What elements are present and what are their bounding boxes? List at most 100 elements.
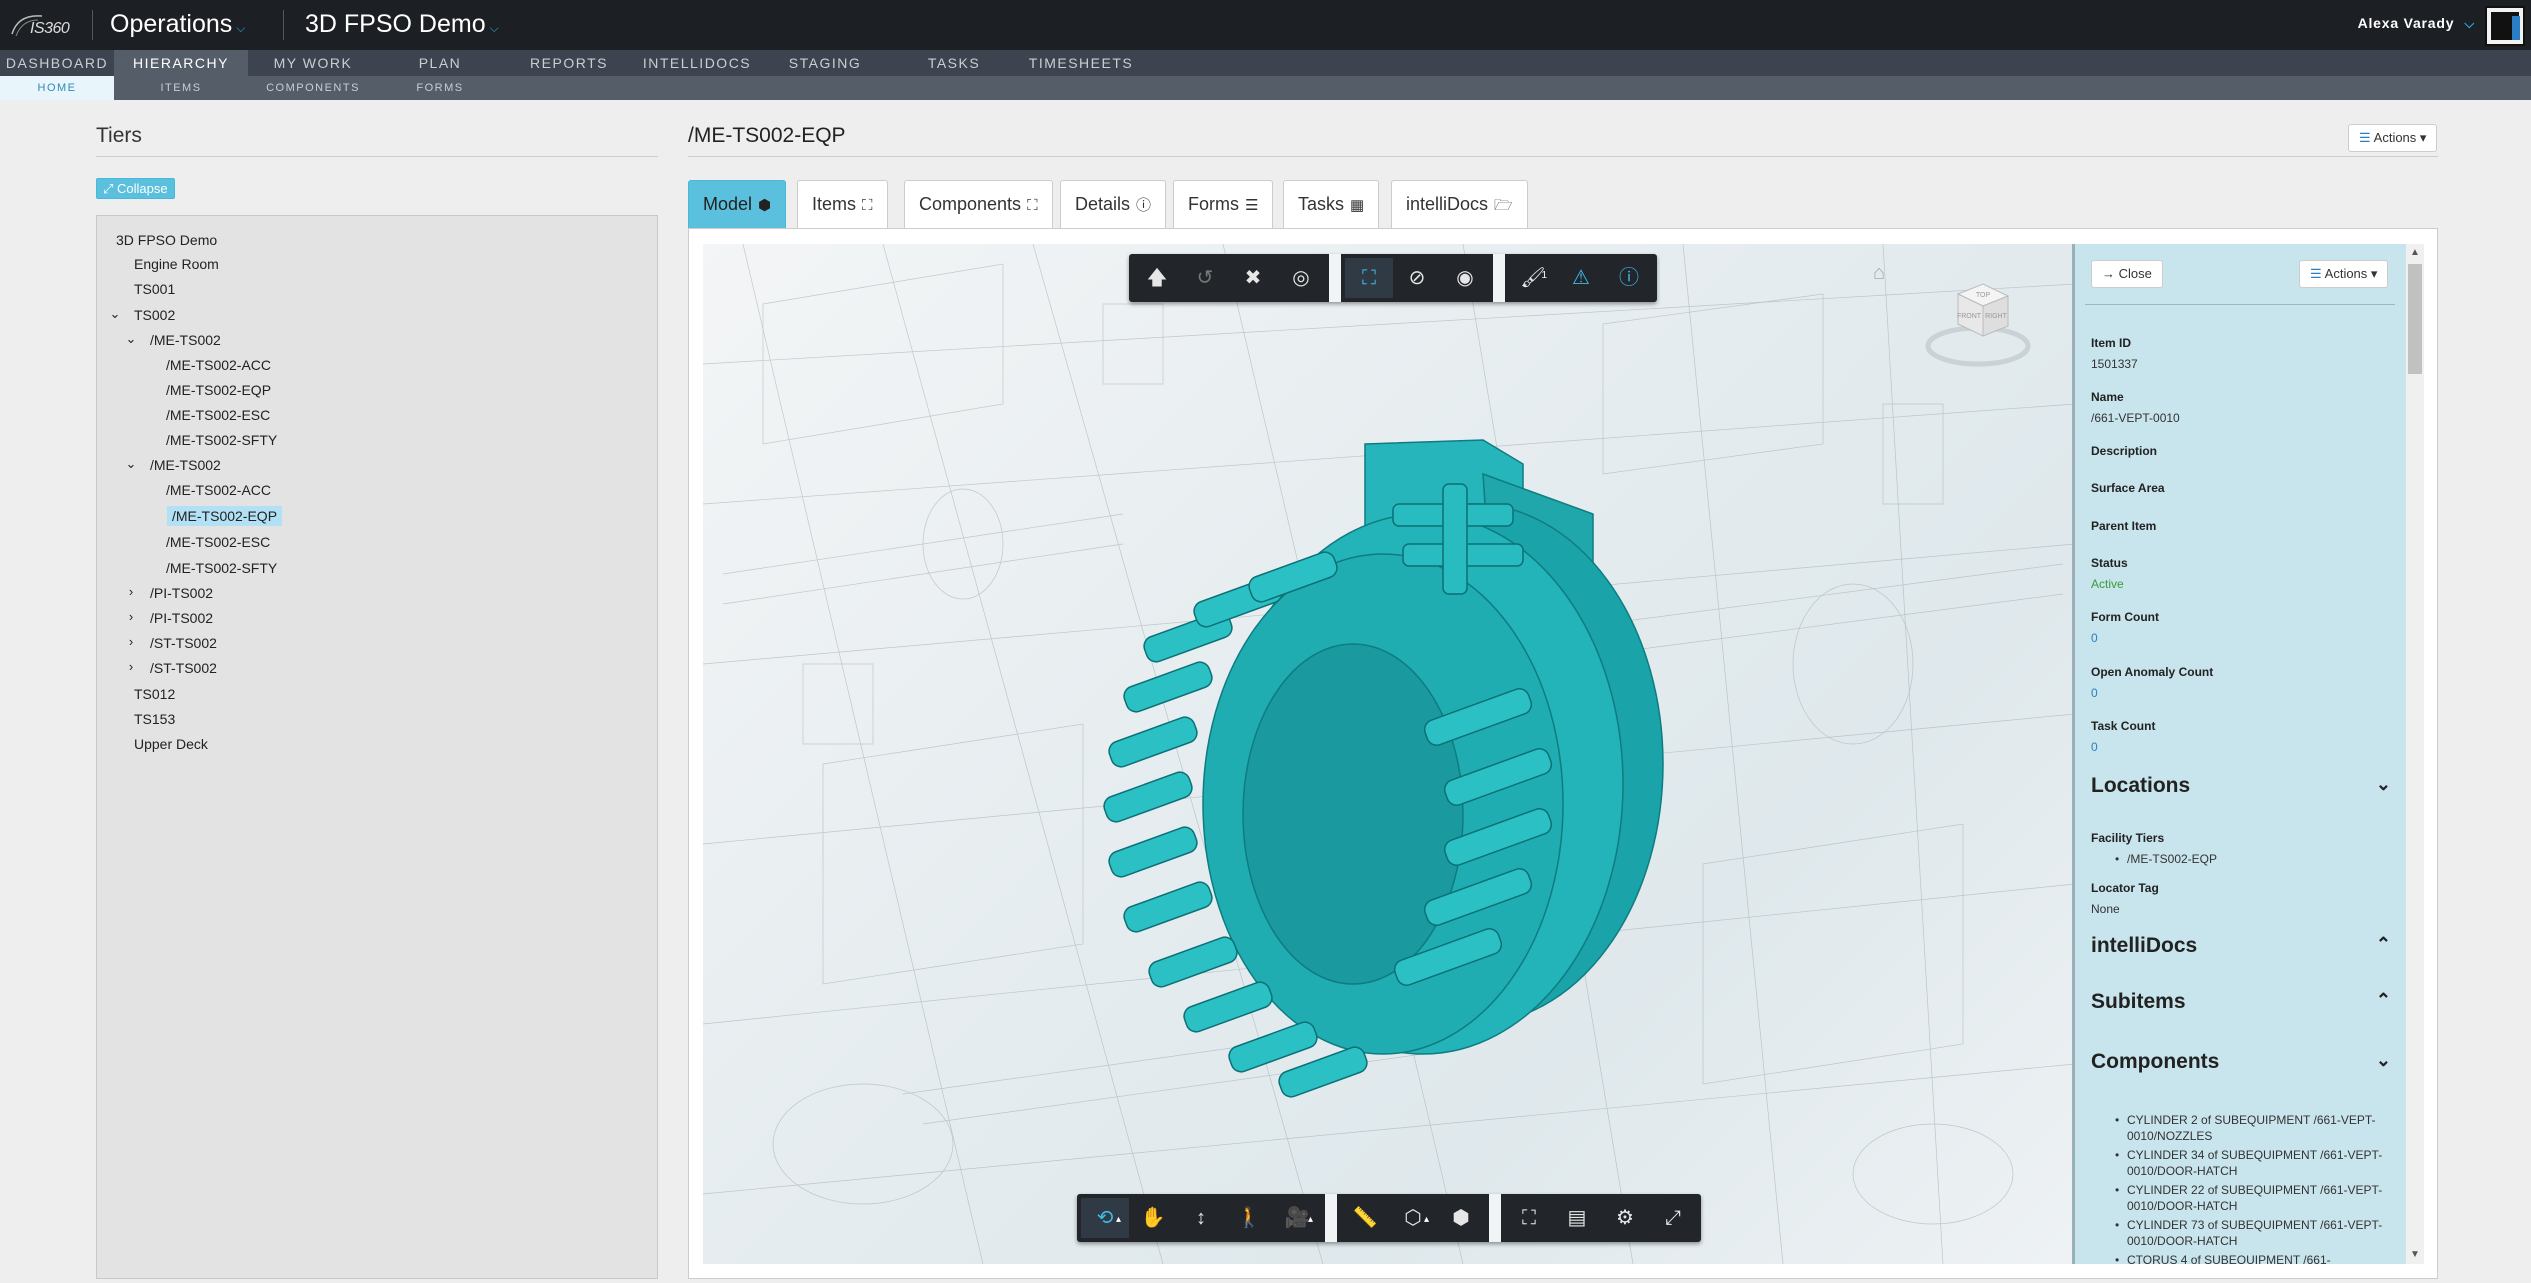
- walk-icon[interactable]: 🚶: [1225, 1198, 1273, 1238]
- subnav-item-components[interactable]: COMPONENTS: [248, 76, 378, 100]
- nav-item-my-work[interactable]: MY WORK: [248, 50, 378, 76]
- model-browser-icon[interactable]: ⛶: [1505, 1198, 1553, 1238]
- tree-node-me-ts002-acc[interactable]: /ME-TS002-ACC: [166, 480, 271, 500]
- view-cube-top-label: TOP: [1976, 292, 1991, 299]
- chevron-down-icon[interactable]: ⌄: [124, 329, 138, 349]
- properties-icon[interactable]: ▤: [1553, 1198, 1601, 1238]
- tree-node-ts002[interactable]: TS002: [134, 305, 175, 325]
- info-icon[interactable]: ⓘ: [1605, 258, 1653, 298]
- component-list-item[interactable]: CYLINDER 2 of SUBEQUIPMENT /661-VEPT-001…: [2115, 1112, 2397, 1144]
- component-list-item[interactable]: CTORUS 4 of SUBEQUIPMENT /661-: [2115, 1252, 2397, 1264]
- paintbrush-icon[interactable]: 🖌 1: [1509, 258, 1557, 298]
- tab-tasks[interactable]: Tasks ▦: [1283, 180, 1380, 228]
- tree-node-me-ts002-sfty[interactable]: /ME-TS002-SFTY: [166, 558, 277, 578]
- section-box-icon[interactable]: ⬡ ▴: [1389, 1198, 1437, 1238]
- chevron-right-icon[interactable]: ›: [124, 632, 138, 652]
- tree-node-me-ts002[interactable]: /ME-TS002: [150, 330, 221, 350]
- camera-icon[interactable]: 🎥 ▴: [1273, 1198, 1321, 1238]
- project-selector[interactable]: 3D FPSO Demo ⌵: [305, 10, 499, 39]
- nav-item-plan[interactable]: PLAN: [378, 50, 502, 76]
- subitems-section-header[interactable]: Subitems ⌃: [2091, 990, 2391, 1014]
- open-anomaly-count-value[interactable]: 0: [2091, 686, 2098, 700]
- component-list-item[interactable]: CYLINDER 22 of SUBEQUIPMENT /661-VEPT-00…: [2115, 1182, 2397, 1214]
- tree-node-me-ts002-esc[interactable]: /ME-TS002-ESC: [166, 532, 270, 552]
- nav-item-reports[interactable]: REPORTS: [502, 50, 636, 76]
- gear-icon[interactable]: ⚙: [1601, 1198, 1649, 1238]
- chevron-down-icon[interactable]: ⌄: [124, 454, 138, 474]
- tree-node-upper-deck[interactable]: Upper Deck: [134, 734, 208, 754]
- task-count-value[interactable]: 0: [2091, 740, 2098, 754]
- home-view-icon[interactable]: ⌂: [1873, 262, 1897, 286]
- nav-item-hierarchy[interactable]: HIERARCHY: [114, 50, 248, 76]
- measure-ruler-icon[interactable]: 📏: [1341, 1198, 1389, 1238]
- arrow-up-icon[interactable]: 🡅: [1133, 258, 1181, 298]
- tab-items[interactable]: Items ⛶: [797, 180, 888, 228]
- chevron-right-icon[interactable]: ›: [124, 582, 138, 602]
- model-viewer[interactable]: ⌂ TOP FRONT RIGHT 🡅 ↺ ✖ ◎ ⛶ ⊘ ◉ 🖌1 ⚠ ⓘ: [703, 244, 2075, 1264]
- collapse-button[interactable]: ⤢ Collapse: [96, 178, 175, 199]
- subnav-item-home[interactable]: HOME: [0, 76, 114, 100]
- chevron-down-icon[interactable]: ⌄: [108, 304, 122, 324]
- tree-node-me-ts002-eqp[interactable]: /ME-TS002-EQP: [166, 380, 271, 400]
- chevron-right-icon[interactable]: ›: [124, 657, 138, 677]
- subnav-item-items[interactable]: ITEMS: [114, 76, 248, 100]
- fit-to-view-icon[interactable]: ⛶: [1345, 258, 1393, 298]
- target-icon[interactable]: ◎: [1277, 258, 1325, 298]
- scroll-down-icon[interactable]: ▼: [2406, 1246, 2424, 1264]
- explode-icon[interactable]: ⬢: [1437, 1198, 1485, 1238]
- nav-item-intellidocs[interactable]: INTELLIDOCS: [636, 50, 758, 76]
- tree-node-me-ts002-esc[interactable]: /ME-TS002-ESC: [166, 405, 270, 425]
- tab-forms[interactable]: Forms ☰: [1173, 180, 1274, 228]
- tree-node-ts012[interactable]: TS012: [134, 684, 175, 704]
- tree-node-pi-ts002[interactable]: /PI-TS002: [150, 608, 213, 628]
- nav-item-tasks[interactable]: TASKS: [892, 50, 1016, 76]
- user-menu[interactable]: Alexa Varady ⌵: [2358, 15, 2475, 32]
- tree-node-engine-room[interactable]: Engine Room: [134, 254, 219, 274]
- tree-node-me-ts002-eqp-selected[interactable]: /ME-TS002-EQP: [167, 506, 283, 526]
- actions-button[interactable]: ☰ Actions ▾: [2348, 124, 2438, 152]
- component-list-item[interactable]: CYLINDER 34 of SUBEQUIPMENT /661-VEPT-00…: [2115, 1147, 2397, 1179]
- tree-node-ts001[interactable]: TS001: [134, 279, 175, 299]
- component-list-item[interactable]: CYLINDER 73 of SUBEQUIPMENT /661-VEPT-00…: [2115, 1217, 2397, 1249]
- tab-details[interactable]: Details ⓘ: [1060, 180, 1167, 228]
- nav-item-staging[interactable]: STAGING: [758, 50, 892, 76]
- nav-item-dashboard[interactable]: DASHBOARD: [0, 50, 114, 76]
- scrollbar-thumb[interactable]: [2408, 264, 2422, 374]
- nav-item-timesheets[interactable]: TIMESHEETS: [1016, 50, 1146, 76]
- module-selector[interactable]: Operations ⌵: [110, 10, 245, 39]
- close-button[interactable]: → Close: [2091, 260, 2163, 288]
- orbit-icon[interactable]: ⟲ ▴: [1081, 1198, 1129, 1238]
- pan-hand-icon[interactable]: ✋: [1129, 1198, 1177, 1238]
- view-cube[interactable]: TOP FRONT RIGHT: [1923, 274, 2033, 374]
- hide-icon[interactable]: ⊘: [1393, 258, 1441, 298]
- tree-node-3d-fpso-demo[interactable]: 3D FPSO Demo: [116, 230, 217, 250]
- tree-node-me-ts002-sfty[interactable]: /ME-TS002-SFTY: [166, 430, 277, 450]
- fullscreen-icon[interactable]: ⤢: [1649, 1198, 1697, 1238]
- tree-node-st-ts002[interactable]: /ST-TS002: [150, 658, 217, 678]
- logo[interactable]: IS360: [8, 8, 70, 42]
- zoom-vertical-icon[interactable]: ↕: [1177, 1198, 1225, 1238]
- form-count-value[interactable]: 0: [2091, 631, 2098, 645]
- tiers-title: Tiers: [96, 124, 142, 147]
- chevron-right-icon[interactable]: ›: [124, 607, 138, 627]
- tree-node-st-ts002[interactable]: /ST-TS002: [150, 633, 217, 653]
- tree-node-me-ts002-acc[interactable]: /ME-TS002-ACC: [166, 355, 271, 375]
- tab-model[interactable]: Model ⬢: [688, 180, 787, 230]
- actions-button[interactable]: ☰ Actions ▾: [2299, 260, 2389, 288]
- eye-icon[interactable]: ◉: [1441, 258, 1489, 298]
- subnav-item-forms[interactable]: FORMS: [378, 76, 502, 100]
- warning-icon[interactable]: ⚠: [1557, 258, 1605, 298]
- tree-node-pi-ts002[interactable]: /PI-TS002: [150, 583, 213, 603]
- close-icon[interactable]: ✖: [1229, 258, 1277, 298]
- locations-section-header[interactable]: Locations ⌄: [2091, 774, 2391, 798]
- intellidocs-section-header[interactable]: intelliDocs ⌃: [2091, 934, 2391, 958]
- components-section-header[interactable]: Components ⌄: [2091, 1050, 2391, 1074]
- properties-scrollbar[interactable]: ▲ ▼: [2406, 244, 2424, 1264]
- tree-node-ts153[interactable]: TS153: [134, 709, 175, 729]
- tree-node-me-ts002[interactable]: /ME-TS002: [150, 455, 221, 475]
- tab-intellidocs[interactable]: intelliDocs 🗁: [1391, 180, 1528, 228]
- undo-icon[interactable]: ↺: [1181, 258, 1229, 298]
- tab-components[interactable]: Components ⛶: [904, 180, 1053, 228]
- avatar[interactable]: [2485, 6, 2525, 46]
- scroll-up-icon[interactable]: ▲: [2406, 244, 2424, 262]
